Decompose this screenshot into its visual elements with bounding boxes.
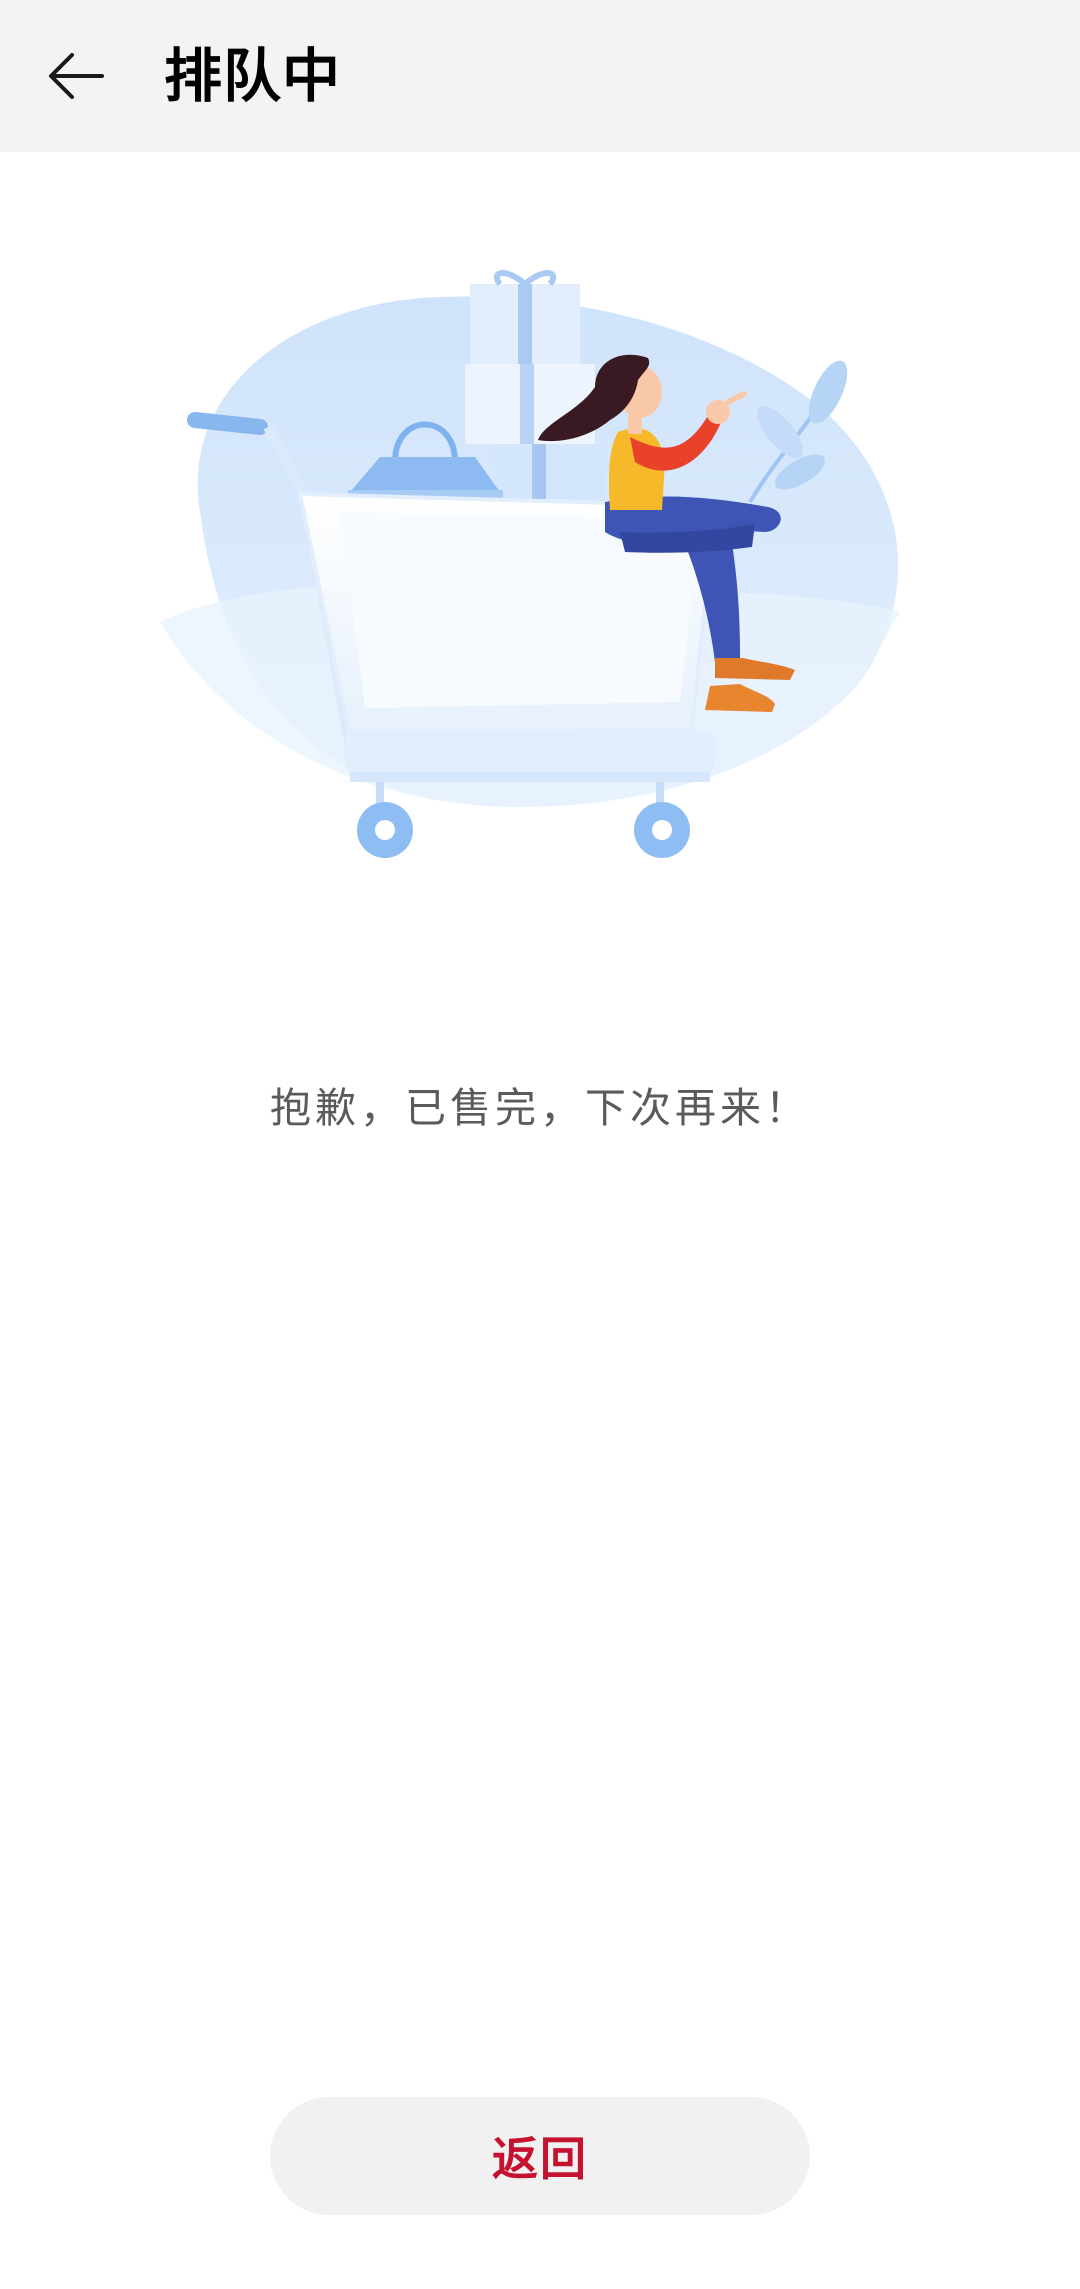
- page-title: 排队中: [164, 42, 342, 110]
- app-header: 排队中: [0, 0, 1080, 152]
- back-button[interactable]: [28, 28, 124, 124]
- arrow-left-icon: [49, 53, 104, 99]
- woman-on-shopping-cart-illustration: [160, 270, 900, 858]
- sold-out-message: 抱歉，已售完，下次再来！: [270, 1084, 810, 1132]
- return-button[interactable]: 返回: [270, 2097, 810, 2215]
